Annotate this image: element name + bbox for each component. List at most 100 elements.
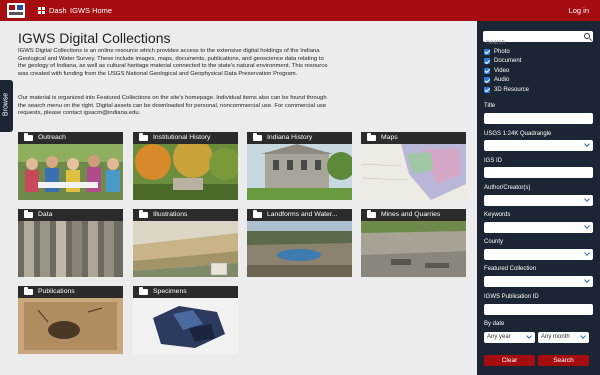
type-label: Document	[494, 58, 522, 65]
collection-title: Landforms and Water...	[267, 211, 338, 218]
top-navbar: Dash IGWS Home Log in	[0, 0, 600, 21]
type-filter: Photo Document Video Audio 3D Resource	[484, 47, 529, 95]
igs-id-field[interactable]	[484, 167, 593, 178]
checkbox-icon[interactable]	[484, 58, 490, 65]
type-document[interactable]: Document	[484, 57, 529, 67]
publication-id-label: IGWS Publication ID	[484, 294, 539, 300]
collection-card-specimens[interactable]: Specimens	[133, 286, 238, 354]
browse-label: Browse	[2, 92, 10, 117]
collection-title: Outreach	[38, 134, 66, 141]
maps-image	[361, 144, 466, 200]
type-audio[interactable]: Audio	[484, 76, 529, 86]
author-select[interactable]	[484, 195, 593, 206]
checkbox-icon[interactable]	[484, 67, 490, 74]
month-select-value: Any month	[541, 334, 570, 340]
type-photo[interactable]: Photo	[484, 47, 529, 57]
year-select-value: Any year	[487, 334, 511, 340]
grid-icon	[38, 7, 45, 14]
folder-icon	[139, 210, 148, 218]
folder-icon	[24, 210, 33, 218]
outreach-image	[18, 144, 123, 200]
type-label: Photo	[494, 48, 510, 55]
folder-icon	[24, 287, 33, 295]
landforms-image	[247, 221, 352, 277]
data-image	[18, 221, 123, 277]
institutional-history-image	[133, 144, 238, 200]
county-label: County	[484, 239, 504, 245]
collection-card-indiana-history[interactable]: Indiana History	[247, 132, 352, 200]
igs-id-label: IGS ID	[484, 158, 503, 164]
chevron-down-icon	[526, 333, 532, 339]
checkbox-icon[interactable]	[484, 77, 490, 84]
clear-button[interactable]: Clear	[484, 355, 535, 366]
quadrangle-select[interactable]	[484, 140, 593, 151]
keywords-label: Keywords	[484, 212, 511, 218]
featured-collection-select[interactable]	[484, 276, 593, 287]
year-select[interactable]: Any year	[484, 332, 535, 343]
author-label: Author/Creator(s)	[484, 185, 531, 191]
intro-paragraph: IGWS Digital Collections is an online re…	[18, 48, 328, 77]
county-select[interactable]	[484, 249, 593, 260]
chevron-down-icon	[584, 277, 590, 283]
collection-card-illustrations[interactable]: Illustrations	[133, 209, 238, 277]
dash-link[interactable]: Dash	[38, 0, 67, 21]
chevron-down-icon	[584, 196, 590, 202]
type-label: Audio	[494, 77, 510, 84]
search-sidebar: Photo Document Video Audio 3D Resource T…	[477, 21, 600, 375]
collection-title: Maps	[381, 134, 398, 141]
chevron-down-icon	[584, 250, 590, 256]
collection-card-data[interactable]: Data	[18, 209, 123, 277]
collection-title: Specimens	[153, 288, 187, 295]
collection-card-maps[interactable]: Maps	[361, 132, 466, 200]
login-link[interactable]: Log in	[569, 0, 589, 21]
keywords-select[interactable]	[484, 222, 593, 233]
type-label: Video	[494, 67, 510, 74]
collection-card-landforms[interactable]: Landforms and Water...	[247, 209, 352, 277]
intro-paragraph-2: Our material is organized into Featured …	[18, 95, 327, 116]
type-video[interactable]: Video	[484, 66, 529, 76]
illustrations-image	[133, 221, 238, 277]
search-button[interactable]: Search	[538, 355, 589, 366]
folder-icon	[253, 210, 262, 218]
collection-title: Institutional History	[153, 134, 211, 141]
type-label: 3D Resource	[494, 86, 530, 93]
publication-id-field[interactable]	[484, 304, 593, 315]
checkbox-icon[interactable]	[484, 48, 490, 55]
mines-quarries-image	[361, 221, 466, 277]
collection-title: Publications	[38, 288, 75, 295]
quadrangle-label: USGS 1:24K Quadrangle	[484, 131, 552, 137]
collection-title: Indiana History	[267, 134, 313, 141]
title-field[interactable]	[484, 113, 593, 124]
chevron-down-icon	[584, 141, 590, 147]
collection-card-institutional-history[interactable]: Institutional History	[133, 132, 238, 200]
folder-icon	[367, 133, 376, 141]
collection-title: Illustrations	[153, 211, 188, 218]
folder-icon	[139, 287, 148, 295]
collection-title: Mines and Quarries	[381, 211, 441, 218]
igws-home-link[interactable]: IGWS Home	[70, 0, 112, 21]
chevron-down-icon	[580, 333, 586, 339]
month-select[interactable]: Any month	[538, 332, 589, 343]
search-box	[483, 31, 593, 49]
collection-title: Data	[38, 211, 53, 218]
collection-card-publications[interactable]: Publications	[18, 286, 123, 354]
by-date-label: By date	[484, 321, 505, 327]
indiana-history-image	[247, 144, 352, 200]
checkbox-icon[interactable]	[484, 86, 490, 93]
folder-icon	[139, 133, 148, 141]
folder-icon	[367, 210, 376, 218]
dash-label: Dash	[49, 6, 67, 15]
title-label: Title	[484, 103, 496, 109]
browse-tab[interactable]: Browse	[0, 80, 13, 132]
page-title: IGWS Digital Collections	[18, 30, 171, 46]
type-3d-resource[interactable]: 3D Resource	[484, 85, 529, 95]
folder-icon	[253, 133, 262, 141]
featured-collection-label: Featured Collection	[484, 266, 537, 272]
collection-card-outreach[interactable]: Outreach	[18, 132, 123, 200]
folder-icon	[24, 133, 33, 141]
search-icon[interactable]	[584, 33, 590, 39]
chevron-down-icon	[584, 223, 590, 229]
collection-card-mines-quarries[interactable]: Mines and Quarries	[361, 209, 466, 277]
igws-logo[interactable]	[7, 3, 25, 18]
specimens-image	[133, 298, 238, 354]
